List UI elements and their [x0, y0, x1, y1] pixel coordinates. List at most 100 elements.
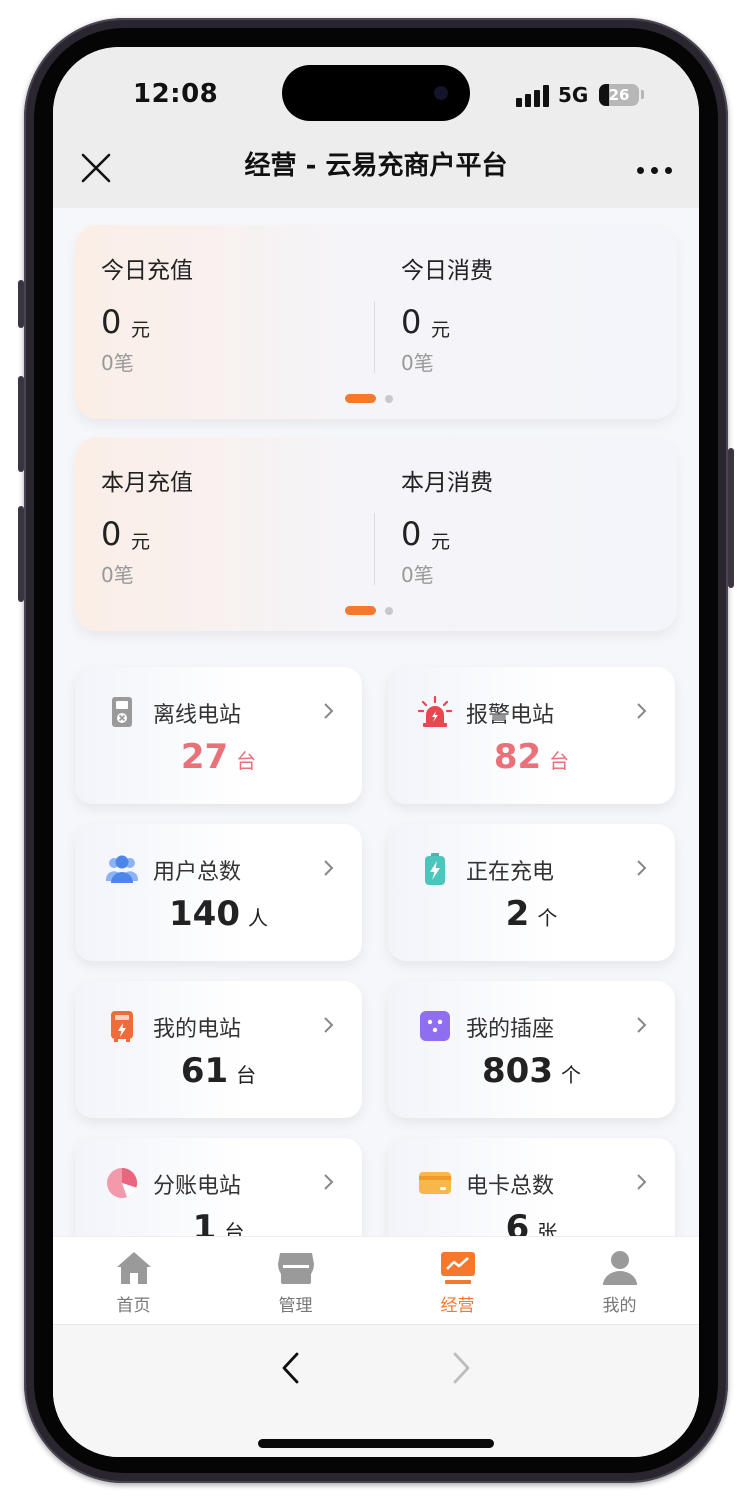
forward-chevron-icon[interactable] [449, 1351, 473, 1385]
summary-value: 0 [101, 303, 122, 341]
chevron-right-icon [637, 1174, 647, 1190]
carousel-indicator[interactable] [345, 606, 405, 616]
chevron-right-icon [324, 860, 334, 876]
users-icon [106, 855, 138, 883]
tile-unit: 台 [549, 749, 570, 773]
tile-alarm-stations[interactable]: 报警电站 82 台 [388, 667, 675, 804]
tile-value: 2 [505, 894, 530, 934]
tab-label: 管理 [278, 1296, 313, 1316]
today-consumption: 今日消费 0 元 0笔 [375, 225, 655, 419]
tile-value: 803 [482, 1051, 553, 1091]
month-recharge: 本月充值 0 元 0笔 [75, 437, 355, 631]
tile-value: 140 [169, 894, 240, 934]
power-button [728, 448, 734, 588]
network-type: 5G [558, 83, 589, 107]
tile-unit: 台 [236, 1063, 257, 1087]
tile-offline-stations[interactable]: 离线电站 27 台 [75, 667, 362, 804]
tab-label: 我的 [602, 1296, 637, 1316]
summary-count: 0笔 [101, 563, 134, 587]
summary-value: 0 [101, 515, 122, 553]
summary-unit: 元 [431, 531, 451, 553]
indicator-inactive [385, 607, 393, 615]
tile-label: 我的电站 [153, 1017, 242, 1042]
back-chevron-icon[interactable] [279, 1351, 303, 1385]
summary-unit: 元 [431, 319, 451, 341]
summary-label: 本月充值 [101, 470, 193, 496]
chevron-right-icon [324, 703, 334, 719]
app-screen: 12:08 5G 26 经营 - 云易充商户平台 今日充值 0 元 0笔 今日消… [53, 47, 699, 1457]
chevron-right-icon [324, 1174, 334, 1190]
tile-value: 82 [493, 737, 542, 777]
tile-charging-now[interactable]: 正在充电 2个 [388, 824, 675, 961]
signal-icon [516, 85, 550, 107]
summary-label: 今日充值 [101, 258, 193, 284]
alarm-siren-icon [418, 695, 452, 727]
month-consumption: 本月消费 0 元 0笔 [375, 437, 655, 631]
tile-total-users[interactable]: 用户总数 140 人 [75, 824, 362, 961]
top-bar: 12:08 5G 26 经营 - 云易充商户平台 [53, 47, 699, 208]
summary-unit: 元 [131, 531, 151, 553]
volume-down-button [18, 506, 24, 602]
close-icon[interactable] [79, 151, 113, 185]
charging-battery-icon [425, 853, 445, 885]
summary-unit: 元 [131, 319, 151, 341]
tab-home[interactable]: 首页 [53, 1237, 214, 1325]
volume-up-button [18, 376, 24, 472]
summary-count: 0笔 [401, 563, 434, 587]
action-button [18, 280, 24, 328]
pie-chart-icon [107, 1168, 138, 1198]
chevron-right-icon [324, 1017, 334, 1033]
carousel-indicator[interactable] [345, 394, 405, 404]
tile-my-sockets[interactable]: 我的插座 803 个 [388, 981, 675, 1118]
tile-label: 用户总数 [153, 860, 242, 885]
summary-count: 0笔 [101, 351, 134, 375]
tile-label: 电卡总数 [466, 1174, 555, 1199]
tile-unit: 台 [236, 749, 257, 773]
tile-value: 61 [180, 1051, 229, 1091]
tile-unit: 人 [247, 906, 268, 930]
status-time: 12:08 [133, 79, 219, 109]
business-chart-icon [441, 1252, 475, 1284]
battery-icon: 26 [599, 84, 639, 106]
bottom-tab-bar: 首页 管理 经营 我的 [53, 1236, 699, 1324]
chevron-right-icon [637, 860, 647, 876]
home-indicator[interactable] [258, 1439, 494, 1448]
tile-label: 分账电站 [153, 1174, 242, 1199]
summary-label: 今日消费 [401, 258, 493, 284]
home-icon [117, 1252, 151, 1284]
tile-unit: 个 [560, 1063, 581, 1087]
indicator-active [345, 606, 376, 615]
browser-nav-bar [53, 1324, 699, 1457]
tile-my-stations[interactable]: 我的电站 61 台 [75, 981, 362, 1118]
battery-level: 26 [608, 86, 630, 104]
summary-label: 本月消费 [401, 470, 493, 496]
today-summary-card[interactable]: 今日充值 0 元 0笔 今日消费 0 元 0笔 [75, 225, 677, 419]
chevron-right-icon [637, 703, 647, 719]
tile-value: 27 [180, 737, 229, 777]
today-recharge: 今日充值 0 元 0笔 [75, 225, 355, 419]
tile-label: 离线电站 [153, 703, 242, 728]
tile-label: 我的插座 [466, 1017, 555, 1042]
offline-station-icon [112, 697, 132, 727]
person-icon [603, 1251, 637, 1285]
tab-label: 首页 [116, 1296, 151, 1316]
more-icon[interactable] [637, 159, 673, 179]
tab-mine[interactable]: 我的 [539, 1237, 699, 1325]
tile-label: 正在充电 [466, 860, 555, 885]
store-icon [278, 1253, 314, 1284]
tab-label: 经营 [440, 1296, 475, 1316]
indicator-inactive [385, 395, 393, 403]
charging-station-icon [111, 1011, 133, 1042]
summary-value: 0 [401, 515, 422, 553]
dynamic-island [282, 65, 470, 121]
tile-unit: 个 [537, 906, 558, 930]
page-title: 经营 - 云易充商户平台 [244, 151, 508, 181]
tab-business[interactable]: 经营 [377, 1237, 538, 1325]
chevron-right-icon [637, 1017, 647, 1033]
tile-label: 报警电站 [466, 703, 555, 728]
socket-icon [420, 1011, 450, 1041]
tab-manage[interactable]: 管理 [215, 1237, 376, 1325]
summary-count: 0笔 [401, 351, 434, 375]
card-icon [419, 1172, 451, 1194]
month-summary-card[interactable]: 本月充值 0 元 0笔 本月消费 0 元 0笔 [75, 437, 677, 631]
